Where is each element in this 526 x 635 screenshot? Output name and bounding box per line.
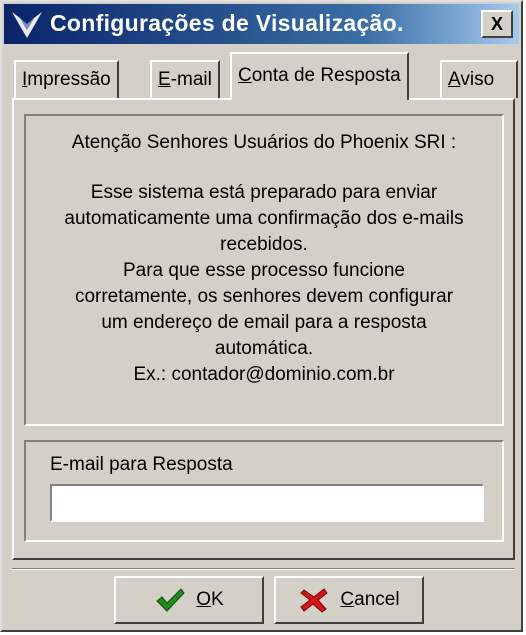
window-title: Configurações de Visualização.	[50, 10, 404, 36]
title-bar[interactable]: Configurações de Visualização. X	[4, 4, 519, 44]
reply-email-input[interactable]	[50, 484, 484, 522]
close-button[interactable]: X	[481, 10, 513, 38]
tab-conta-de-resposta[interactable]: Conta de Resposta	[230, 52, 409, 100]
notice-body: Esse sistema está preparado para enviar …	[64, 182, 464, 385]
tab-email[interactable]: E-mail	[150, 60, 220, 98]
tab-aviso[interactable]: Aviso	[440, 60, 518, 98]
settings-dialog: Configurações de Visualização. X Impress…	[0, 0, 523, 632]
ok-button[interactable]: OK	[114, 576, 264, 624]
tab-impressao[interactable]: Impressão	[14, 60, 119, 98]
notice-panel: Atenção Senhores Usuários do Phoenix SRI…	[24, 114, 504, 426]
reply-email-panel: E-mail para Resposta	[24, 440, 504, 542]
reply-email-label: E-mail para Resposta	[50, 454, 233, 475]
cancel-button[interactable]: Cancel	[274, 576, 424, 624]
checkmark-icon	[156, 588, 185, 612]
phoenix-logo-icon	[12, 12, 42, 38]
red-x-icon	[300, 588, 329, 613]
divider	[12, 568, 515, 570]
close-icon: X	[490, 14, 503, 34]
notice-title: Atenção Senhores Usuários do Phoenix SRI…	[71, 132, 457, 153]
